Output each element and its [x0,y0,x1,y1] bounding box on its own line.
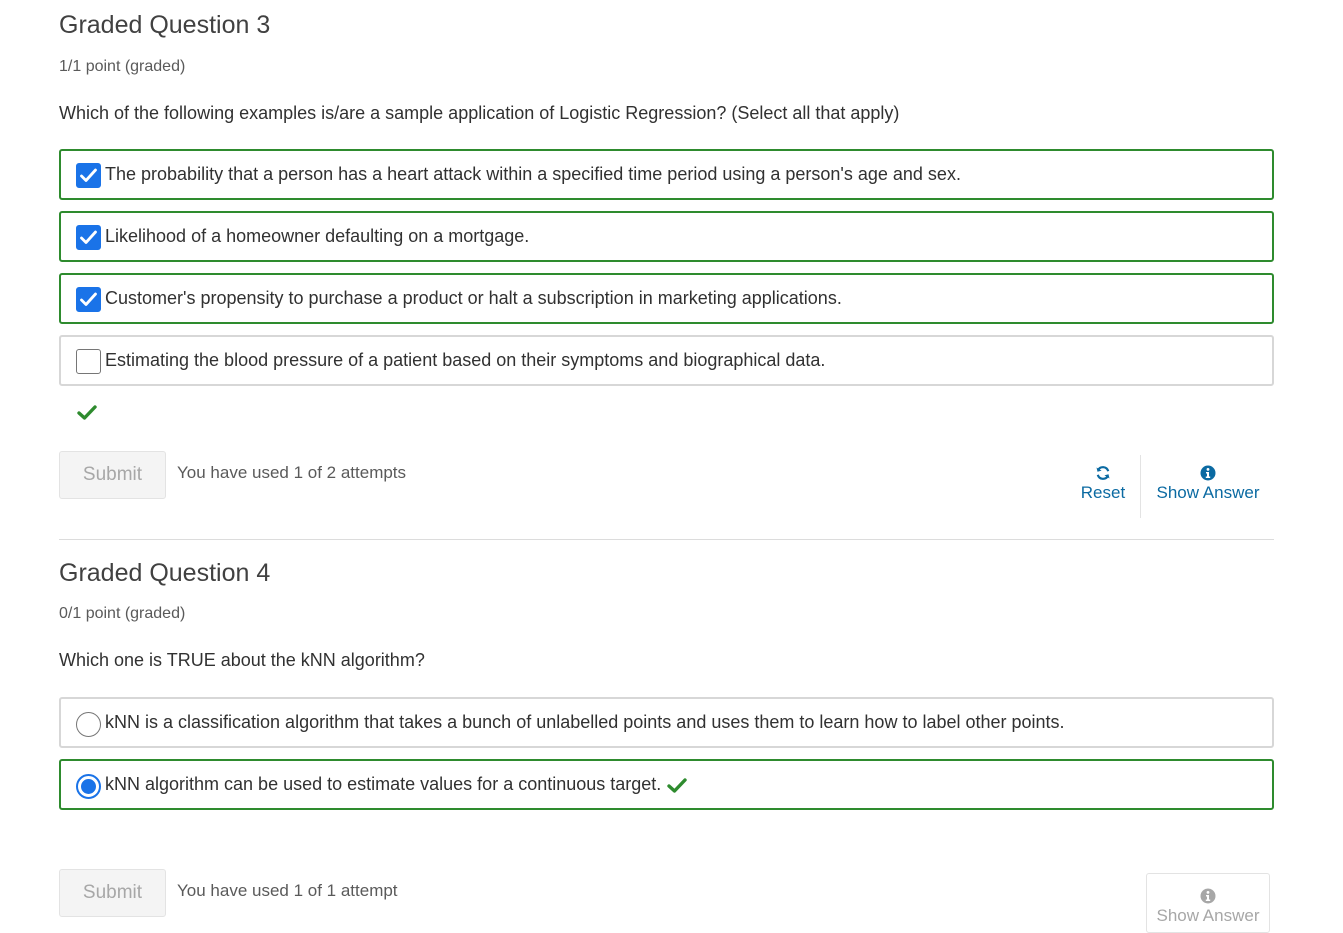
section-divider [59,539,1274,540]
checkbox-unchecked[interactable] [76,349,101,374]
check-mark-icon [80,168,97,182]
question-4: Graded Question 4 0/1 point (graded) Whi… [59,548,1274,933]
choice-label: kNN algorithm can be used to estimate va… [105,774,662,794]
question-title: Graded Question 4 [59,559,271,587]
question-title: Graded Question 3 [59,11,271,39]
check-mark-icon [80,230,97,244]
question-3: Graded Question 3 1/1 point (graded) Whi… [59,0,1274,530]
checkbox-checked[interactable] [76,163,101,188]
refresh-icon [1096,466,1110,480]
choice-2[interactable]: Likelihood of a homeowner defaulting on … [59,211,1274,262]
show-answer-label: Show Answer [1156,483,1260,502]
correct-checkmark-icon [77,405,97,420]
choice-label: The probability that a person has a hear… [105,164,961,184]
submit-button[interactable]: Submit [59,451,166,499]
checkbox-checked[interactable] [76,225,101,250]
correct-checkmark-icon [667,778,687,793]
question-points: 1/1 point (graded) [59,58,186,75]
choice-label: Estimating the blood pressure of a patie… [105,350,826,370]
radio-unselected[interactable] [76,712,101,737]
attempts-text: You have used 1 of 1 attempt [177,881,398,900]
choice-1[interactable]: kNN is a classification algorithm that t… [59,697,1274,748]
choice-4[interactable]: Estimating the blood pressure of a patie… [59,335,1274,386]
reset-label: Reset [1080,483,1126,502]
show-answer-button-disabled[interactable]: Show Answer [1146,873,1270,933]
choice-label: Likelihood of a homeowner defaulting on … [105,226,530,246]
question-prompt: Which one is TRUE about the kNN algorith… [59,650,425,670]
check-mark-icon [80,292,97,306]
choice-3[interactable]: Customer's propensity to purchase a prod… [59,273,1274,324]
choice-1[interactable]: The probability that a person has a hear… [59,149,1274,200]
info-icon [1200,888,1216,904]
question-points: 0/1 point (graded) [59,605,186,622]
checkbox-checked[interactable] [76,287,101,312]
question-prompt: Which of the following examples is/are a… [59,103,900,123]
choice-label: Customer's propensity to purchase a prod… [105,288,842,308]
reset-button[interactable]: Reset [1071,465,1135,503]
attempts-text: You have used 1 of 2 attempts [177,463,407,482]
radio-selected[interactable] [76,774,101,799]
show-answer-button[interactable]: Show Answer [1149,465,1267,503]
submit-button[interactable]: Submit [59,869,166,917]
show-answer-label: Show Answer [1156,906,1260,925]
info-icon [1200,465,1216,481]
choice-2[interactable]: kNN algorithm can be used to estimate va… [59,759,1274,810]
divider [1140,455,1141,518]
choice-label: kNN is a classification algorithm that t… [105,712,1065,732]
